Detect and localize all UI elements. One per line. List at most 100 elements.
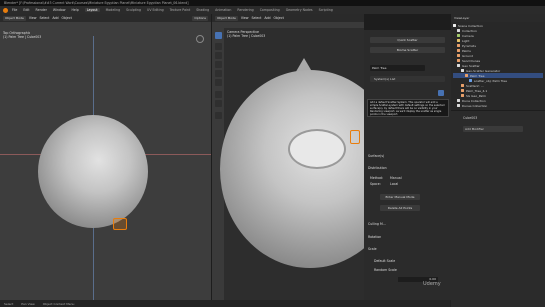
- tab-layout[interactable]: Layout: [84, 8, 100, 12]
- quick-scatter-button[interactable]: Quick Scatter: [370, 37, 445, 43]
- tab-scripting[interactable]: Scripting: [319, 8, 333, 12]
- left-options-button[interactable]: Options: [192, 15, 208, 21]
- menu-render[interactable]: Render: [36, 8, 47, 12]
- window-title: Blender* [F:\Professional\##3 Current Wo…: [4, 1, 189, 5]
- section-distribution[interactable]: Distribution: [368, 166, 387, 170]
- tab-texture-paint[interactable]: Texture Paint: [170, 8, 191, 12]
- menu-edit[interactable]: Edit: [23, 8, 29, 12]
- tab-animation[interactable]: Animation: [215, 8, 231, 12]
- object-icon: [457, 49, 460, 52]
- status-bar: Select Pan View Object Context Menu: [0, 300, 451, 307]
- biome-scatter-button[interactable]: Biome Scatter: [370, 47, 445, 53]
- status-pan: Pan View: [21, 301, 35, 306]
- section-rotation[interactable]: Rotation: [368, 235, 381, 239]
- select-tool-icon[interactable]: [215, 32, 222, 39]
- section-scale[interactable]: Scale: [368, 247, 377, 251]
- section-culling[interactable]: Culling M...: [368, 222, 386, 226]
- object-icon: [457, 54, 460, 57]
- space-label: Space:: [370, 182, 381, 186]
- tab-uv-editing[interactable]: UV Editing: [147, 8, 164, 12]
- status-context: Object Context Menu: [42, 301, 75, 306]
- blender-logo-icon[interactable]: [3, 7, 8, 13]
- properties-editor: Cube003 Add Modifier: [451, 110, 545, 307]
- view-layer-label[interactable]: ViewLayer: [454, 16, 469, 20]
- tab-sculpting[interactable]: Sculpting: [126, 8, 141, 12]
- collection-icon: [457, 64, 460, 67]
- left-mode-selector[interactable]: Object Mode: [3, 15, 26, 21]
- left-planet-sphere[interactable]: [38, 115, 148, 228]
- properties-object-name: Cube003: [463, 116, 478, 120]
- left-view-subtitle: (1) Palm Tree | Cube003: [3, 35, 42, 39]
- main-view-subtitle: (1) Palm Tree | Cube003: [227, 34, 266, 38]
- menu-bar: File Edit Render Window Help Layout Mode…: [0, 6, 545, 14]
- measure-tool-icon[interactable]: [215, 100, 222, 107]
- random-scale-checkbox[interactable]: Random Scale: [374, 268, 397, 272]
- left-menu-select[interactable]: Select: [39, 16, 49, 20]
- enter-manual-mode-button[interactable]: Enter Manual Mode: [380, 194, 420, 200]
- method-value[interactable]: Manual: [390, 176, 402, 180]
- menu-file[interactable]: File: [12, 8, 17, 12]
- udemy-watermark: Udemy: [423, 281, 441, 287]
- object-icon: [461, 84, 464, 87]
- geo-scatter-panel: Quick Scatter Biome Scatter Palm Tree Sy…: [364, 30, 451, 300]
- annotate-tool-icon[interactable]: [215, 91, 222, 98]
- camera-icon: [457, 34, 460, 37]
- delete-all-points-button[interactable]: Delete All Points: [380, 205, 420, 211]
- scale-tool-icon[interactable]: [215, 70, 222, 77]
- main-menu-view[interactable]: View: [241, 16, 249, 20]
- left-selection-highlight: [113, 218, 127, 230]
- system-list-label: System(s) List: [374, 77, 396, 81]
- main-menu-object[interactable]: Object: [274, 16, 284, 20]
- left-menu-add[interactable]: Add: [52, 16, 58, 20]
- add-system-button[interactable]: [438, 90, 444, 96]
- collection-icon: [457, 99, 460, 102]
- menu-help[interactable]: Help: [71, 8, 78, 12]
- main-viewport-header: Object Mode View Select Add Object: [212, 14, 364, 22]
- default-scale-checkbox[interactable]: Default Scale: [374, 259, 395, 263]
- add-modifier-button[interactable]: Add Modifier: [463, 126, 523, 132]
- mesh-icon: [469, 79, 472, 82]
- selected-palm-highlight: [350, 130, 360, 144]
- tab-shading[interactable]: Shading: [196, 8, 209, 12]
- main-menu-select[interactable]: Select: [251, 16, 261, 20]
- tab-compositing[interactable]: Compositing: [260, 8, 280, 12]
- system-name-value: Palm Tree: [372, 66, 387, 70]
- add-cube-tool-icon[interactable]: [215, 112, 222, 119]
- main-menu-add[interactable]: Add: [264, 16, 270, 20]
- object-icon: [461, 89, 464, 92]
- cursor-tool-icon[interactable]: [215, 43, 222, 50]
- outliner: Scene Collection Collection Camera Light…: [453, 23, 543, 108]
- left-nav-gizmo-icon[interactable]: [196, 35, 204, 43]
- section-surfaces[interactable]: Surface(s): [368, 154, 384, 158]
- add-system-tooltip: Add a default Scatter-System. This opera…: [367, 99, 449, 117]
- tooltip-text: Add a default Scatter-System. This opera…: [370, 101, 445, 116]
- left-menu-view[interactable]: View: [29, 16, 37, 20]
- object-icon: [461, 94, 464, 97]
- object-icon: [457, 44, 460, 47]
- tab-rendering[interactable]: Rendering: [237, 8, 253, 12]
- light-icon: [457, 39, 460, 42]
- left-menu-object[interactable]: Object: [62, 16, 72, 20]
- outliner-header: ViewLayer: [451, 14, 545, 22]
- rotate-tool-icon[interactable]: [215, 61, 222, 68]
- method-label: Method:: [370, 176, 384, 180]
- main-mode-selector[interactable]: Object Mode: [215, 15, 238, 21]
- space-value[interactable]: Local: [390, 182, 398, 186]
- system-list-row[interactable]: System(s) List: [370, 76, 445, 82]
- collection-icon: [457, 104, 460, 107]
- oasis-pond: [288, 129, 346, 169]
- collection-icon: [457, 29, 460, 32]
- tab-geometry-nodes[interactable]: Geometry Nodes: [286, 8, 313, 12]
- object-icon: [465, 74, 468, 77]
- right-panels: ViewLayer Scene Collection Collection Ca…: [451, 14, 545, 307]
- menu-window[interactable]: Window: [53, 8, 66, 12]
- system-name-field[interactable]: Palm Tree: [370, 65, 425, 71]
- left-viewport[interactable]: Object Mode View Select Add Object Optio…: [0, 14, 211, 300]
- transform-tool-icon[interactable]: [215, 79, 222, 86]
- tab-modeling[interactable]: Modeling: [106, 8, 121, 12]
- outliner-item[interactable]: Dunes Collection: [453, 103, 543, 108]
- move-tool-icon[interactable]: [215, 52, 222, 59]
- main-viewport[interactable]: Object Mode View Select Add Object Camer…: [212, 14, 364, 300]
- left-viewport-header: Object Mode View Select Add Object Optio…: [0, 14, 211, 22]
- collection-icon: [453, 24, 456, 27]
